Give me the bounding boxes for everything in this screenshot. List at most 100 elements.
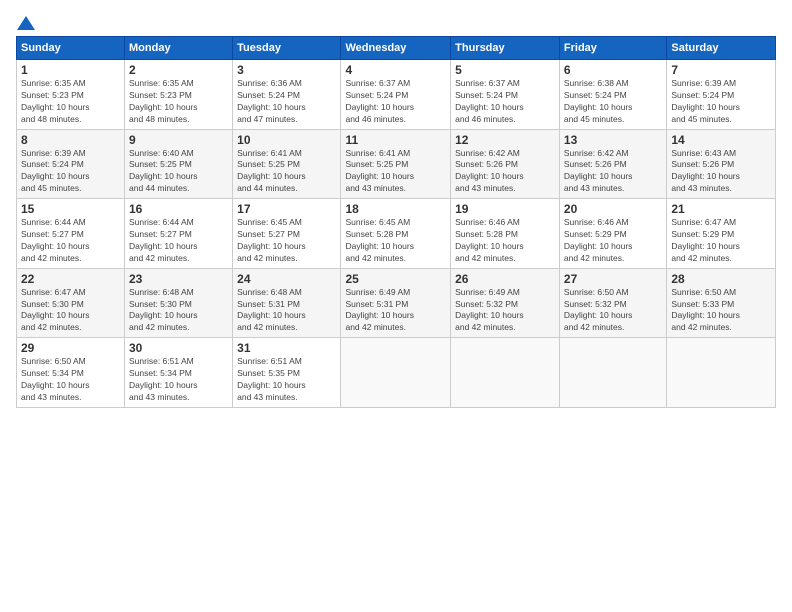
calendar-cell (451, 338, 560, 408)
day-number: 13 (564, 133, 662, 147)
day-info: Sunrise: 6:50 AMSunset: 5:32 PMDaylight:… (564, 287, 662, 335)
day-number: 4 (345, 63, 446, 77)
day-info: Sunrise: 6:49 AMSunset: 5:32 PMDaylight:… (455, 287, 555, 335)
day-number: 27 (564, 272, 662, 286)
day-number: 18 (345, 202, 446, 216)
day-number: 11 (345, 133, 446, 147)
calendar-cell: 2 Sunrise: 6:35 AMSunset: 5:23 PMDayligh… (125, 60, 233, 130)
calendar-week-3: 15 Sunrise: 6:44 AMSunset: 5:27 PMDaylig… (17, 199, 776, 269)
day-info: Sunrise: 6:36 AMSunset: 5:24 PMDaylight:… (237, 78, 336, 126)
calendar-table: SundayMondayTuesdayWednesdayThursdayFrid… (16, 36, 776, 408)
day-number: 6 (564, 63, 662, 77)
day-info: Sunrise: 6:42 AMSunset: 5:26 PMDaylight:… (564, 148, 662, 196)
day-number: 16 (129, 202, 228, 216)
day-info: Sunrise: 6:47 AMSunset: 5:30 PMDaylight:… (21, 287, 120, 335)
day-number: 17 (237, 202, 336, 216)
calendar-cell: 20 Sunrise: 6:46 AMSunset: 5:29 PMDaylig… (559, 199, 666, 269)
day-info: Sunrise: 6:44 AMSunset: 5:27 PMDaylight:… (21, 217, 120, 265)
calendar-cell: 25 Sunrise: 6:49 AMSunset: 5:31 PMDaylig… (341, 268, 451, 338)
day-number: 31 (237, 341, 336, 355)
day-number: 1 (21, 63, 120, 77)
calendar-cell: 3 Sunrise: 6:36 AMSunset: 5:24 PMDayligh… (233, 60, 341, 130)
calendar-cell: 4 Sunrise: 6:37 AMSunset: 5:24 PMDayligh… (341, 60, 451, 130)
day-info: Sunrise: 6:45 AMSunset: 5:28 PMDaylight:… (345, 217, 446, 265)
calendar-header-saturday: Saturday (667, 37, 776, 60)
day-number: 15 (21, 202, 120, 216)
calendar-cell (667, 338, 776, 408)
day-info: Sunrise: 6:39 AMSunset: 5:24 PMDaylight:… (21, 148, 120, 196)
day-info: Sunrise: 6:51 AMSunset: 5:34 PMDaylight:… (129, 356, 228, 404)
day-number: 10 (237, 133, 336, 147)
day-info: Sunrise: 6:49 AMSunset: 5:31 PMDaylight:… (345, 287, 446, 335)
day-number: 3 (237, 63, 336, 77)
calendar-cell: 28 Sunrise: 6:50 AMSunset: 5:33 PMDaylig… (667, 268, 776, 338)
calendar-cell: 12 Sunrise: 6:42 AMSunset: 5:26 PMDaylig… (451, 129, 560, 199)
day-number: 30 (129, 341, 228, 355)
calendar-cell: 27 Sunrise: 6:50 AMSunset: 5:32 PMDaylig… (559, 268, 666, 338)
day-number: 23 (129, 272, 228, 286)
calendar-week-5: 29 Sunrise: 6:50 AMSunset: 5:34 PMDaylig… (17, 338, 776, 408)
day-info: Sunrise: 6:50 AMSunset: 5:33 PMDaylight:… (671, 287, 771, 335)
day-number: 22 (21, 272, 120, 286)
day-number: 14 (671, 133, 771, 147)
calendar-cell: 10 Sunrise: 6:41 AMSunset: 5:25 PMDaylig… (233, 129, 341, 199)
calendar-cell: 19 Sunrise: 6:46 AMSunset: 5:28 PMDaylig… (451, 199, 560, 269)
day-info: Sunrise: 6:44 AMSunset: 5:27 PMDaylight:… (129, 217, 228, 265)
day-info: Sunrise: 6:50 AMSunset: 5:34 PMDaylight:… (21, 356, 120, 404)
calendar-week-4: 22 Sunrise: 6:47 AMSunset: 5:30 PMDaylig… (17, 268, 776, 338)
calendar-cell (559, 338, 666, 408)
calendar-cell: 31 Sunrise: 6:51 AMSunset: 5:35 PMDaylig… (233, 338, 341, 408)
day-info: Sunrise: 6:48 AMSunset: 5:31 PMDaylight:… (237, 287, 336, 335)
calendar-cell: 24 Sunrise: 6:48 AMSunset: 5:31 PMDaylig… (233, 268, 341, 338)
day-number: 5 (455, 63, 555, 77)
day-number: 9 (129, 133, 228, 147)
calendar-cell: 29 Sunrise: 6:50 AMSunset: 5:34 PMDaylig… (17, 338, 125, 408)
day-number: 26 (455, 272, 555, 286)
calendar-header-monday: Monday (125, 37, 233, 60)
day-info: Sunrise: 6:45 AMSunset: 5:27 PMDaylight:… (237, 217, 336, 265)
day-info: Sunrise: 6:47 AMSunset: 5:29 PMDaylight:… (671, 217, 771, 265)
day-number: 21 (671, 202, 771, 216)
day-info: Sunrise: 6:37 AMSunset: 5:24 PMDaylight:… (345, 78, 446, 126)
day-number: 7 (671, 63, 771, 77)
day-info: Sunrise: 6:35 AMSunset: 5:23 PMDaylight:… (129, 78, 228, 126)
header-row (16, 16, 776, 30)
calendar-cell (341, 338, 451, 408)
day-info: Sunrise: 6:38 AMSunset: 5:24 PMDaylight:… (564, 78, 662, 126)
calendar-cell: 21 Sunrise: 6:47 AMSunset: 5:29 PMDaylig… (667, 199, 776, 269)
calendar-cell: 9 Sunrise: 6:40 AMSunset: 5:25 PMDayligh… (125, 129, 233, 199)
calendar-cell: 8 Sunrise: 6:39 AMSunset: 5:24 PMDayligh… (17, 129, 125, 199)
calendar-cell: 26 Sunrise: 6:49 AMSunset: 5:32 PMDaylig… (451, 268, 560, 338)
calendar-header-sunday: Sunday (17, 37, 125, 60)
day-number: 28 (671, 272, 771, 286)
day-info: Sunrise: 6:39 AMSunset: 5:24 PMDaylight:… (671, 78, 771, 126)
calendar-cell: 6 Sunrise: 6:38 AMSunset: 5:24 PMDayligh… (559, 60, 666, 130)
calendar-cell: 5 Sunrise: 6:37 AMSunset: 5:24 PMDayligh… (451, 60, 560, 130)
day-info: Sunrise: 6:37 AMSunset: 5:24 PMDaylight:… (455, 78, 555, 126)
day-info: Sunrise: 6:42 AMSunset: 5:26 PMDaylight:… (455, 148, 555, 196)
day-number: 20 (564, 202, 662, 216)
calendar-cell: 11 Sunrise: 6:41 AMSunset: 5:25 PMDaylig… (341, 129, 451, 199)
calendar-header-row: SundayMondayTuesdayWednesdayThursdayFrid… (17, 37, 776, 60)
calendar-cell: 17 Sunrise: 6:45 AMSunset: 5:27 PMDaylig… (233, 199, 341, 269)
day-info: Sunrise: 6:51 AMSunset: 5:35 PMDaylight:… (237, 356, 336, 404)
day-info: Sunrise: 6:41 AMSunset: 5:25 PMDaylight:… (345, 148, 446, 196)
day-info: Sunrise: 6:35 AMSunset: 5:23 PMDaylight:… (21, 78, 120, 126)
day-info: Sunrise: 6:43 AMSunset: 5:26 PMDaylight:… (671, 148, 771, 196)
day-number: 19 (455, 202, 555, 216)
calendar-cell: 18 Sunrise: 6:45 AMSunset: 5:28 PMDaylig… (341, 199, 451, 269)
page-container: SundayMondayTuesdayWednesdayThursdayFrid… (0, 0, 792, 416)
day-number: 2 (129, 63, 228, 77)
day-info: Sunrise: 6:46 AMSunset: 5:29 PMDaylight:… (564, 217, 662, 265)
day-number: 25 (345, 272, 446, 286)
calendar-header-friday: Friday (559, 37, 666, 60)
day-number: 12 (455, 133, 555, 147)
calendar-cell: 23 Sunrise: 6:48 AMSunset: 5:30 PMDaylig… (125, 268, 233, 338)
calendar-header-wednesday: Wednesday (341, 37, 451, 60)
calendar-cell: 1 Sunrise: 6:35 AMSunset: 5:23 PMDayligh… (17, 60, 125, 130)
calendar-cell: 13 Sunrise: 6:42 AMSunset: 5:26 PMDaylig… (559, 129, 666, 199)
logo-icon (17, 16, 35, 30)
day-info: Sunrise: 6:41 AMSunset: 5:25 PMDaylight:… (237, 148, 336, 196)
day-info: Sunrise: 6:48 AMSunset: 5:30 PMDaylight:… (129, 287, 228, 335)
calendar-week-2: 8 Sunrise: 6:39 AMSunset: 5:24 PMDayligh… (17, 129, 776, 199)
